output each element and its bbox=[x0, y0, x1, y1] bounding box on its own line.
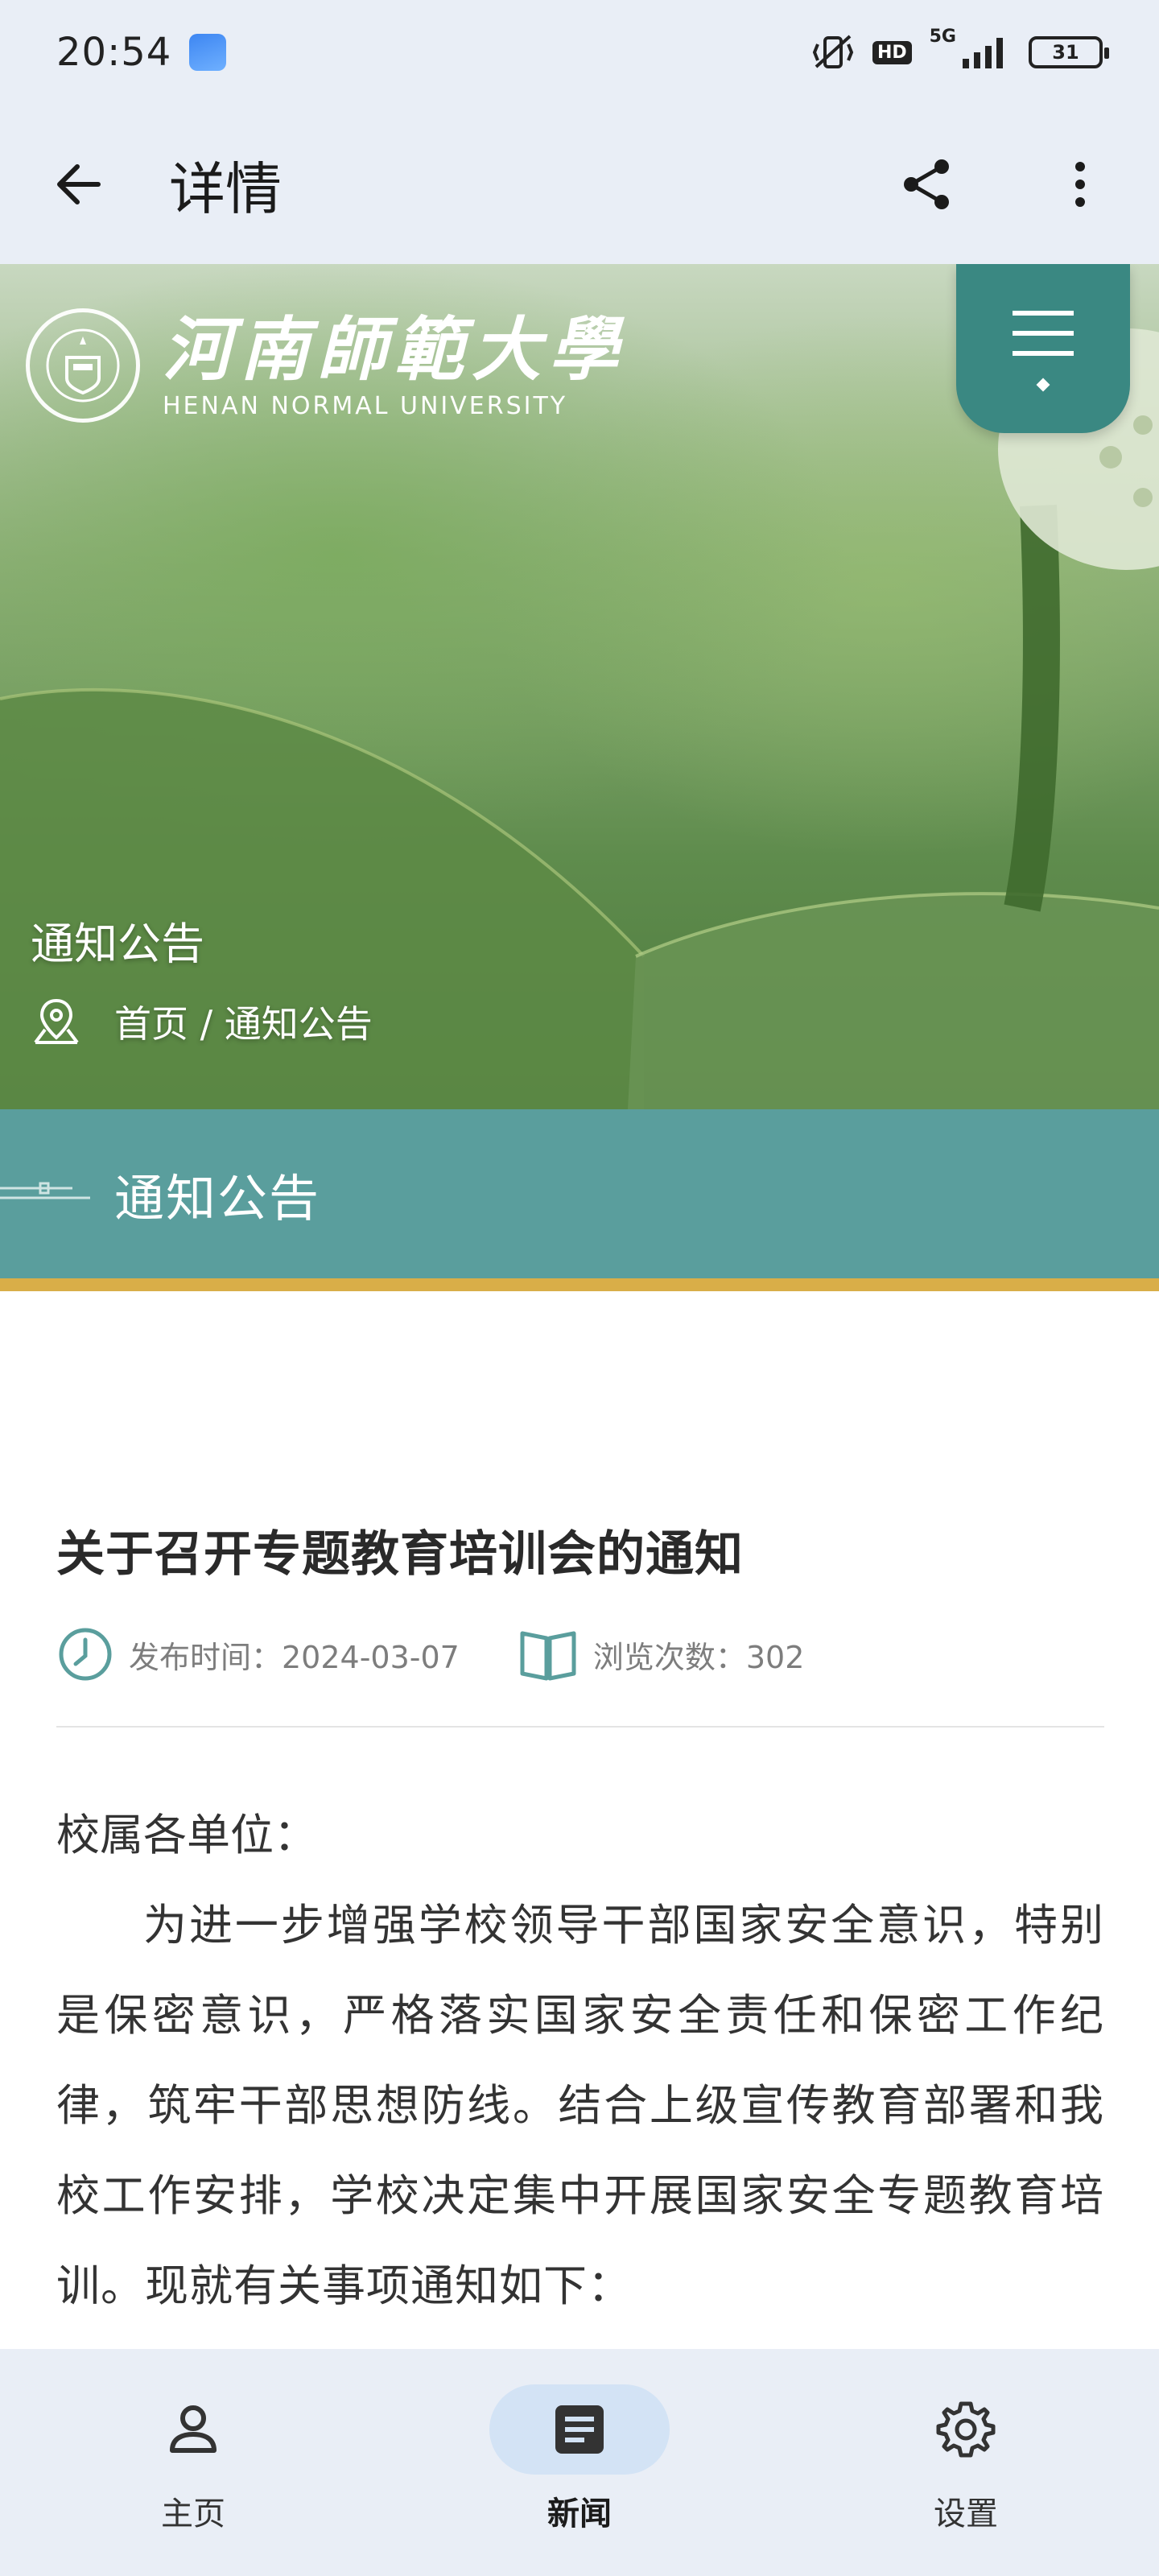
gear-icon bbox=[936, 2401, 996, 2458]
nav-label-home: 主页 bbox=[161, 2496, 225, 2533]
nav-item-news[interactable]: 新闻 bbox=[386, 2349, 773, 2576]
battery-icon: 31 bbox=[1029, 36, 1109, 68]
person-icon bbox=[170, 2405, 217, 2453]
status-bar: 20:54 HD 5G 31 bbox=[0, 0, 1159, 105]
network-label: 5G bbox=[929, 27, 956, 47]
hamburger-menu-icon bbox=[1013, 311, 1074, 356]
bottom-navigation: 主页 新闻 设置 bbox=[0, 2349, 1159, 2576]
publish-date-text: 发布时间：2024-03-07 bbox=[129, 1639, 460, 1675]
back-button[interactable] bbox=[47, 152, 111, 217]
article-meta: 发布时间：2024-03-07 浏览次数：302 bbox=[56, 1625, 804, 1683]
battery-level: 31 bbox=[1052, 41, 1079, 64]
nav-icon-container bbox=[876, 2384, 1056, 2475]
more-options-button[interactable] bbox=[1048, 152, 1112, 217]
breadcrumb: 首页 / 通知公告 bbox=[31, 995, 373, 1048]
book-icon bbox=[520, 1631, 576, 1681]
university-emblem-icon bbox=[26, 308, 140, 423]
location-pin-icon bbox=[34, 998, 79, 1044]
share-button[interactable] bbox=[895, 152, 959, 217]
gold-divider bbox=[0, 1278, 1159, 1291]
signal-icon bbox=[963, 38, 1003, 68]
meta-divider bbox=[56, 1726, 1104, 1728]
vibrate-icon bbox=[812, 35, 854, 68]
nav-item-home[interactable]: 主页 bbox=[0, 2349, 386, 2576]
view-count: 浏览次数：302 bbox=[518, 1625, 805, 1683]
menu-tab-dot bbox=[1036, 378, 1050, 392]
more-vert-icon bbox=[1075, 162, 1085, 207]
section-banner: 通知公告 bbox=[0, 1109, 1159, 1278]
hero-section-title: 通知公告 bbox=[31, 919, 204, 969]
breadcrumb-link[interactable]: 首页 / 通知公告 bbox=[114, 995, 373, 1048]
nav-label-settings: 设置 bbox=[934, 2496, 998, 2533]
status-time: 20:54 bbox=[56, 30, 172, 75]
article-title: 关于召开专题教育培训会的通知 bbox=[56, 1526, 744, 1583]
publish-date: 发布时间：2024-03-07 bbox=[56, 1625, 460, 1683]
clock-icon bbox=[59, 1628, 112, 1681]
nav-icon-container-active bbox=[489, 2384, 670, 2475]
nav-item-settings[interactable]: 设置 bbox=[773, 2349, 1159, 2576]
app-notification-icon bbox=[189, 34, 227, 71]
app-bar: 详情 bbox=[0, 105, 1159, 264]
menu-button[interactable] bbox=[956, 264, 1130, 433]
nav-icon-container bbox=[103, 2384, 283, 2475]
logo-chinese-name: 河南師範大學 bbox=[163, 308, 626, 390]
banner-decoration-lines bbox=[0, 1182, 90, 1199]
hd-icon: HD bbox=[872, 40, 912, 64]
hero-banner: 河南師範大學 HENAN NORMAL UNIVERSITY 通知公告 首页 /… bbox=[0, 264, 1159, 1109]
view-count-text: 浏览次数：302 bbox=[592, 1639, 805, 1675]
banner-title: 通知公告 bbox=[114, 1169, 321, 1228]
article-salutation: 校属各单位： bbox=[56, 1810, 317, 1860]
article-paragraph: 为进一步增强学校领导干部国家安全意识，特别是保密意识，严格落实国家安全责任和保密… bbox=[56, 1900, 1104, 2311]
status-icons: HD 5G 31 bbox=[811, 27, 1109, 72]
share-icon bbox=[904, 159, 949, 209]
page-title: 详情 bbox=[169, 155, 282, 222]
logo-english-name: HENAN NORMAL UNIVERSITY bbox=[163, 391, 568, 420]
back-arrow-icon bbox=[57, 164, 101, 204]
article-icon bbox=[555, 2405, 604, 2454]
article-body: 校属各单位： 为进一步增强学校领导干部国家安全意识，特别是保密意识，严格落实国家… bbox=[56, 1790, 1104, 2331]
nav-label-news: 新闻 bbox=[547, 2496, 612, 2533]
university-logo[interactable]: 河南師範大學 HENAN NORMAL UNIVERSITY bbox=[26, 308, 626, 423]
